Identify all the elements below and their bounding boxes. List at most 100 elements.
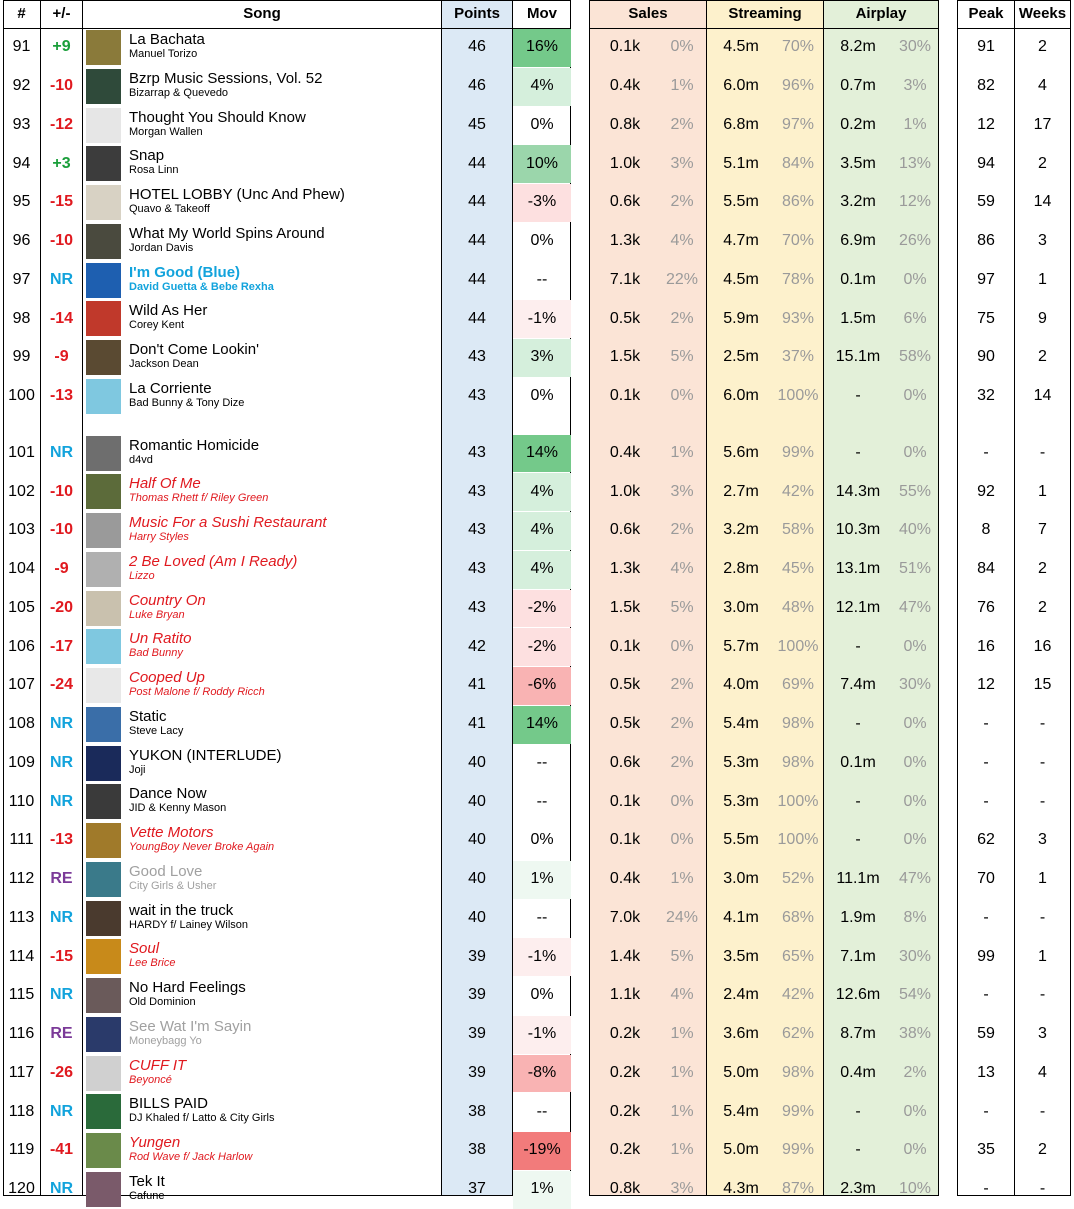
rank-cell: 109 — [8, 753, 35, 771]
mov-cell: -1% — [527, 309, 557, 327]
weeks-cell: 1 — [1038, 482, 1047, 500]
mov-cell: 3% — [530, 348, 554, 366]
points-cell: 44 — [468, 232, 486, 250]
streaming-value: 3.0m — [723, 870, 759, 888]
change-cell: NR — [49, 443, 74, 461]
airplay-percent: 0% — [903, 1102, 927, 1120]
weeks-cell: 17 — [1033, 115, 1052, 133]
points-cell: 46 — [468, 38, 486, 56]
rank-cell: 111 — [9, 831, 34, 849]
album-art-icon — [86, 185, 121, 220]
streaming-percent: 98% — [781, 1063, 815, 1081]
points-cell: 41 — [468, 676, 486, 694]
change-cell: +9 — [52, 38, 71, 56]
airplay-value: - — [855, 1102, 861, 1120]
rank-cell: 117 — [8, 1063, 35, 1081]
sales-percent: 1% — [670, 1063, 694, 1081]
header-mov: Mov — [527, 5, 557, 22]
sales-value: 0.6k — [609, 521, 641, 539]
airplay-percent: 51% — [898, 560, 932, 578]
weeks-cell: 9 — [1038, 309, 1047, 327]
song-artist: Rosa Linn — [129, 164, 179, 177]
mov-cell: -3% — [527, 193, 557, 211]
mov-cell: -- — [536, 1102, 548, 1120]
sales-percent: 3% — [670, 154, 694, 172]
streaming-percent: 37% — [781, 348, 815, 366]
streaming-value: 5.6m — [723, 443, 759, 461]
album-art-icon — [86, 262, 121, 298]
streaming-value: 5.4m — [723, 715, 759, 733]
streaming-percent: 78% — [781, 270, 815, 288]
streaming-value: 3.0m — [723, 598, 759, 616]
peak-cell: - — [983, 753, 989, 771]
airplay-value: 12.1m — [835, 598, 881, 616]
song-artist: Harry Styles — [129, 531, 189, 543]
points-cell: 39 — [468, 1063, 486, 1081]
airplay-percent: 0% — [903, 387, 927, 405]
mov-cell: -- — [536, 792, 548, 810]
points-cell: 43 — [468, 348, 486, 366]
airplay-percent: 30% — [898, 676, 932, 694]
sales-percent: 1% — [670, 1102, 694, 1120]
song-artist: YoungBoy Never Broke Again — [129, 841, 275, 853]
change-cell: -15 — [49, 193, 74, 211]
rank-cell: 104 — [8, 560, 35, 578]
mov-cell: 10% — [525, 154, 559, 172]
sales-percent: 2% — [670, 521, 694, 539]
airplay-percent: 30% — [898, 947, 932, 965]
song-title: HOTEL LOBBY (Unc And Phew) — [129, 186, 345, 203]
album-art-icon — [86, 474, 121, 510]
peak-cell: 94 — [977, 154, 995, 172]
peak-cell: 84 — [977, 560, 995, 578]
airplay-value: 7.4m — [840, 676, 876, 694]
rank-cell: 114 — [8, 947, 35, 965]
peak-cell: 76 — [977, 598, 995, 616]
sales-value: 0.1k — [609, 38, 641, 56]
mov-cell: 0% — [530, 831, 554, 849]
change-cell: -15 — [49, 947, 74, 965]
streaming-percent: 84% — [781, 154, 815, 172]
rank-cell: 106 — [8, 637, 35, 655]
airplay-percent: 30% — [898, 38, 932, 56]
change-cell: RE — [50, 1025, 73, 1043]
peak-cell: 16 — [977, 637, 995, 655]
airplay-percent: 10% — [898, 1180, 932, 1198]
song-artist: Jackson Dean — [129, 358, 199, 370]
header-divider — [957, 28, 1071, 29]
song-title: Don't Come Lookin' — [129, 341, 259, 358]
change-cell: NR — [49, 753, 74, 771]
change-cell: -9 — [54, 560, 69, 578]
change-cell: +3 — [52, 154, 71, 172]
streaming-percent: 97% — [781, 115, 815, 133]
change-cell: -13 — [49, 831, 74, 849]
mov-cell: -6% — [527, 676, 557, 694]
change-cell: -9 — [54, 348, 69, 366]
song-artist: JID & Kenny Mason — [129, 802, 227, 815]
change-cell: -10 — [49, 77, 74, 95]
airplay-percent: 8% — [903, 908, 927, 926]
streaming-percent: 99% — [781, 1141, 815, 1159]
album-art-icon — [86, 668, 121, 703]
album-art-icon — [86, 1133, 121, 1168]
weeks-cell: 4 — [1038, 77, 1047, 95]
points-cell: 44 — [468, 270, 486, 288]
streaming-percent: 42% — [781, 986, 815, 1004]
rank-cell: 96 — [12, 232, 31, 250]
sales-value: 0.8k — [609, 115, 641, 133]
mov-cell: 4% — [530, 521, 554, 539]
song-artist: Manuel Torizo — [129, 48, 198, 60]
streaming-percent: 100% — [777, 637, 819, 655]
airplay-value: 7.1m — [840, 947, 876, 965]
mov-cell: -2% — [527, 637, 557, 655]
change-cell: -13 — [49, 387, 74, 405]
streaming-value: 6.0m — [723, 77, 759, 95]
airplay-value: - — [855, 1141, 861, 1159]
peak-cell: - — [983, 986, 989, 1004]
rank-cell: 102 — [8, 482, 35, 500]
column-divider — [82, 0, 83, 1196]
song-title: Dance Now — [129, 785, 207, 803]
weeks-cell: 3 — [1038, 1025, 1047, 1043]
rank-cell: 118 — [8, 1102, 35, 1120]
sales-percent: 4% — [670, 232, 694, 250]
album-art-icon — [86, 513, 121, 548]
